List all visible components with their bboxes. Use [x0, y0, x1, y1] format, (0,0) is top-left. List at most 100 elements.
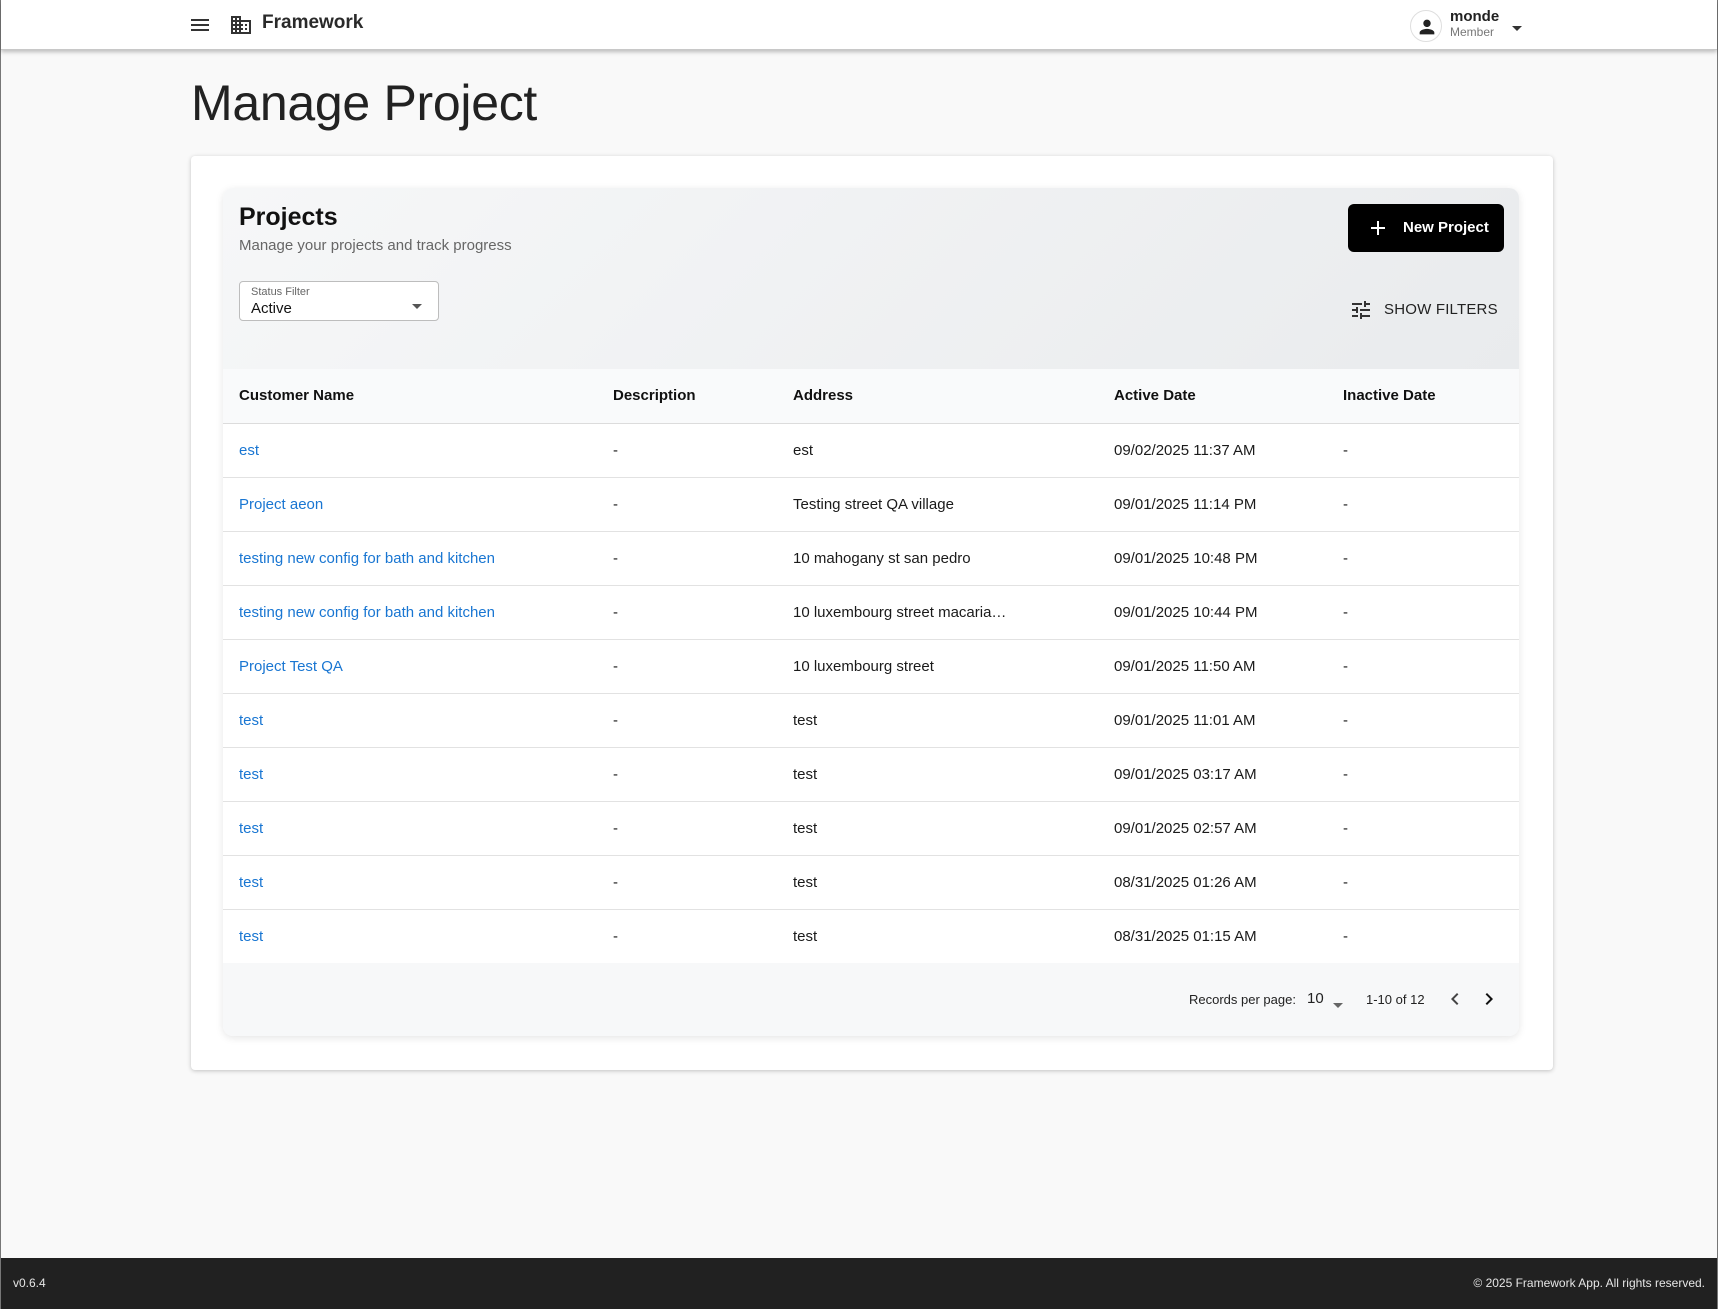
- address-cell: test: [777, 693, 1098, 748]
- customer-name-link[interactable]: test: [223, 747, 597, 802]
- address-cell: test: [777, 801, 1098, 856]
- inactive-date-cell: -: [1327, 423, 1519, 478]
- table-row[interactable]: test - test 08/31/2025 01:15 AM -: [223, 909, 1519, 964]
- active-date-cell: 09/01/2025 11:01 AM: [1098, 693, 1327, 748]
- projects-table: Customer Name Description Address Active…: [223, 369, 1519, 964]
- description-cell: -: [597, 423, 777, 478]
- address-cell: test: [777, 855, 1098, 910]
- pagination-bar: Records per page: 10 1-10 of 12: [223, 963, 1519, 1036]
- card-subtitle: Manage your projects and track progress: [239, 237, 512, 254]
- new-project-button[interactable]: New Project: [1348, 204, 1504, 252]
- inactive-date-cell: -: [1327, 531, 1519, 586]
- column-header[interactable]: Inactive Date: [1327, 369, 1519, 424]
- active-date-cell: 08/31/2025 01:15 AM: [1098, 909, 1327, 964]
- description-cell: -: [597, 855, 777, 910]
- card-title: Projects: [239, 203, 338, 231]
- description-cell: -: [597, 639, 777, 694]
- table-row[interactable]: Project aeon - Testing street QA village…: [223, 477, 1519, 532]
- app-bar: Framework monde Member: [1, 0, 1717, 50]
- active-date-cell: 09/01/2025 11:14 PM: [1098, 477, 1327, 532]
- menu-icon[interactable]: [187, 13, 213, 37]
- status-filter-select[interactable]: Status Filter Active: [239, 281, 439, 321]
- new-project-label: New Project: [1403, 219, 1489, 236]
- arrow-drop-down-icon: [1333, 996, 1343, 1014]
- address-cell: test: [777, 747, 1098, 802]
- copyright-text: © 2025 Framework App. All rights reserve…: [1473, 1276, 1705, 1290]
- projects-section: Projects Manage your projects and track …: [191, 156, 1553, 1070]
- plus-icon: [1369, 219, 1387, 241]
- table-row[interactable]: test - test 08/31/2025 01:26 AM -: [223, 855, 1519, 910]
- address-cell: 10 mahogany st san pedro: [777, 531, 1098, 586]
- inactive-date-cell: -: [1327, 801, 1519, 856]
- site-footer: v0.6.4 © 2025 Framework App. All rights …: [1, 1258, 1717, 1309]
- description-cell: -: [597, 801, 777, 856]
- customer-name-link[interactable]: testing new config for bath and kitchen: [223, 585, 597, 640]
- customer-name-link[interactable]: test: [223, 801, 597, 856]
- address-cell: est: [777, 423, 1098, 478]
- customer-name-link[interactable]: test: [223, 909, 597, 964]
- column-header[interactable]: Description: [597, 369, 777, 424]
- show-filters-button[interactable]: SHOW FILTERS: [1349, 298, 1499, 322]
- inactive-date-cell: -: [1327, 693, 1519, 748]
- tune-icon: [1352, 301, 1370, 319]
- table-row[interactable]: test - test 09/01/2025 02:57 AM -: [223, 801, 1519, 856]
- inactive-date-cell: -: [1327, 585, 1519, 640]
- inactive-date-cell: -: [1327, 477, 1519, 532]
- user-name: monde: [1450, 8, 1500, 25]
- description-cell: -: [597, 585, 777, 640]
- table-header-row: Customer Name Description Address Active…: [223, 369, 1519, 424]
- column-header[interactable]: Active Date: [1098, 369, 1327, 424]
- status-filter-value: Active: [251, 300, 292, 317]
- table-row[interactable]: Project Test QA - 10 luxembourg street 0…: [223, 639, 1519, 694]
- address-cell: test: [777, 909, 1098, 964]
- customer-name-link[interactable]: est: [223, 423, 597, 478]
- customer-name-link[interactable]: Project Test QA: [223, 639, 597, 694]
- records-per-page-select[interactable]: 10: [1301, 988, 1353, 1012]
- customer-name-link[interactable]: test: [223, 855, 597, 910]
- projects-card: Projects Manage your projects and track …: [223, 188, 1519, 1036]
- avatar: [1410, 10, 1442, 42]
- inactive-date-cell: -: [1327, 855, 1519, 910]
- chevron-right-icon[interactable]: [1477, 987, 1501, 1011]
- status-filter-label: Status Filter: [251, 286, 310, 298]
- user-menu[interactable]: monde Member: [1407, 6, 1527, 44]
- pagination-range: 1-10 of 12: [1366, 992, 1425, 1007]
- address-cell: 10 luxembourg street: [777, 639, 1098, 694]
- chevron-left-icon[interactable]: [1443, 987, 1467, 1011]
- records-per-page-value: 10: [1307, 990, 1324, 1007]
- inactive-date-cell: -: [1327, 747, 1519, 802]
- column-header[interactable]: Customer Name: [223, 369, 597, 424]
- customer-name-link[interactable]: testing new config for bath and kitchen: [223, 531, 597, 586]
- description-cell: -: [597, 477, 777, 532]
- card-header: Projects Manage your projects and track …: [223, 188, 1519, 369]
- inactive-date-cell: -: [1327, 639, 1519, 694]
- arrow-drop-down-icon: [411, 298, 423, 316]
- active-date-cell: 09/01/2025 11:50 AM: [1098, 639, 1327, 694]
- active-date-cell: 09/01/2025 10:44 PM: [1098, 585, 1327, 640]
- brand-name: Framework: [262, 12, 364, 33]
- table-row[interactable]: testing new config for bath and kitchen …: [223, 585, 1519, 640]
- app-version: v0.6.4: [13, 1276, 46, 1290]
- records-per-page-label: Records per page:: [1189, 992, 1296, 1007]
- active-date-cell: 09/01/2025 10:48 PM: [1098, 531, 1327, 586]
- active-date-cell: 09/01/2025 03:17 AM: [1098, 747, 1327, 802]
- table-row[interactable]: test - test 09/01/2025 03:17 AM -: [223, 747, 1519, 802]
- table-row[interactable]: est - est 09/02/2025 11:37 AM -: [223, 423, 1519, 478]
- show-filters-label: SHOW FILTERS: [1384, 301, 1498, 318]
- table-row[interactable]: testing new config for bath and kitchen …: [223, 531, 1519, 586]
- description-cell: -: [597, 909, 777, 964]
- active-date-cell: 09/01/2025 02:57 AM: [1098, 801, 1327, 856]
- customer-name-link[interactable]: test: [223, 693, 597, 748]
- chevron-down-icon: [1511, 20, 1523, 38]
- table-row[interactable]: test - test 09/01/2025 11:01 AM -: [223, 693, 1519, 748]
- user-role: Member: [1450, 25, 1495, 39]
- address-cell: Testing street QA village: [777, 477, 1098, 532]
- address-cell: 10 luxembourg street macaria…: [777, 585, 1098, 640]
- customer-name-link[interactable]: Project aeon: [223, 477, 597, 532]
- description-cell: -: [597, 531, 777, 586]
- active-date-cell: 09/02/2025 11:37 AM: [1098, 423, 1327, 478]
- business-icon: [229, 13, 253, 37]
- active-date-cell: 08/31/2025 01:26 AM: [1098, 855, 1327, 910]
- column-header[interactable]: Address: [777, 369, 1098, 424]
- description-cell: -: [597, 747, 777, 802]
